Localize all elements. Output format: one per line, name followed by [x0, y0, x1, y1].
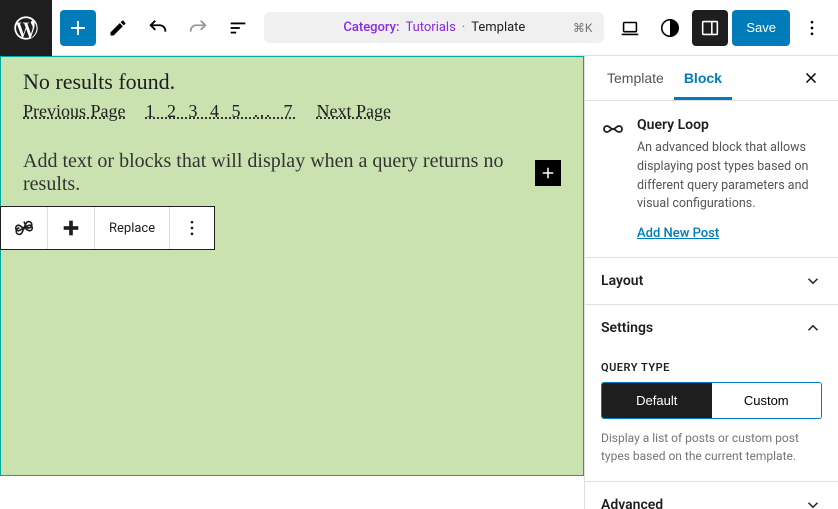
close-sidebar-button[interactable]: [796, 63, 826, 93]
no-results-heading: No results found.: [23, 69, 561, 95]
contrast-icon: [659, 17, 681, 39]
plus-icon: [539, 164, 557, 182]
redo-icon: [187, 17, 209, 39]
wordpress-logo[interactable]: [0, 0, 52, 56]
settings-sidebar: Template Block Query Loop An advanced bl…: [584, 56, 838, 509]
edit-tool-button[interactable]: [100, 10, 136, 46]
more-vertical-icon: [182, 218, 202, 238]
panel-advanced-label: Advanced: [601, 497, 663, 509]
category-value: Tutorials: [405, 20, 455, 35]
category-label: Category:: [343, 20, 399, 35]
query-type-toggle: Default Custom: [601, 382, 822, 419]
query-loop-icon: [601, 117, 625, 241]
editor-canvas[interactable]: No results found. Previous Page 1 2 3 4 …: [0, 56, 584, 509]
panel-settings-label: Settings: [601, 320, 653, 336]
infinity-icon: [13, 217, 35, 239]
tab-block[interactable]: Block: [674, 56, 732, 100]
chevron-down-icon: [804, 496, 822, 509]
append-block-button[interactable]: [535, 160, 561, 186]
query-type-custom[interactable]: Custom: [712, 383, 822, 418]
previous-page-link[interactable]: Previous Page: [23, 101, 126, 122]
panel-settings[interactable]: Settings: [585, 304, 838, 351]
list-icon: [227, 17, 249, 39]
panel-layout[interactable]: Layout: [585, 257, 838, 304]
block-type-button[interactable]: [1, 207, 48, 249]
more-vertical-icon: [802, 18, 822, 38]
preview-button[interactable]: [612, 10, 648, 46]
move-handle[interactable]: [48, 207, 95, 249]
document-selector[interactable]: Category: Tutorials · Template ⌘K: [264, 12, 604, 43]
save-button[interactable]: Save: [732, 10, 790, 46]
options-button[interactable]: [794, 10, 830, 46]
query-loop-block[interactable]: No results found. Previous Page 1 2 3 4 …: [0, 56, 584, 476]
replace-button[interactable]: Replace: [95, 207, 170, 249]
tab-template[interactable]: Template: [597, 56, 674, 100]
close-icon: [802, 69, 820, 87]
settings-panel-body: QUERY TYPE Default Custom Display a list…: [585, 351, 838, 481]
styles-button[interactable]: [652, 10, 688, 46]
query-type-default[interactable]: Default: [602, 383, 712, 418]
query-type-description: Display a list of posts or custom post t…: [601, 429, 822, 465]
block-info-card: Query Loop An advanced block that allows…: [585, 101, 838, 257]
panel-layout-label: Layout: [601, 273, 643, 289]
top-toolbar: Category: Tutorials · Template ⌘K Save: [0, 0, 838, 56]
settings-panel-toggle[interactable]: [692, 10, 728, 46]
move-icon: [60, 217, 82, 239]
next-page-link[interactable]: Next Page: [317, 101, 391, 122]
list-view-button[interactable]: [220, 10, 256, 46]
add-new-post-link[interactable]: Add New Post: [637, 226, 719, 241]
infinity-icon: [601, 117, 625, 141]
redo-button[interactable]: [180, 10, 216, 46]
chevron-down-icon: [804, 272, 822, 290]
add-block-button[interactable]: [60, 10, 96, 46]
chevron-up-icon: [804, 319, 822, 337]
separator: ·: [462, 20, 465, 35]
block-options-button[interactable]: [170, 207, 214, 249]
block-title: Query Loop: [637, 117, 822, 133]
undo-button[interactable]: [140, 10, 176, 46]
block-toolbar: Replace: [0, 206, 215, 250]
shortcut-hint: ⌘K: [573, 21, 593, 35]
template-label: Template: [471, 20, 525, 35]
pencil-icon: [108, 18, 128, 38]
undo-icon: [147, 17, 169, 39]
query-type-label: QUERY TYPE: [601, 361, 822, 374]
no-results-placeholder[interactable]: Add text or blocks that will display whe…: [23, 150, 535, 196]
laptop-icon: [619, 17, 641, 39]
sidebar-icon: [699, 17, 721, 39]
page-numbers[interactable]: 1 2 3 4 5 … 7: [146, 101, 297, 122]
panel-advanced[interactable]: Advanced: [585, 481, 838, 509]
block-description: An advanced block that allows displaying…: [637, 139, 822, 214]
plus-icon: [66, 16, 90, 40]
pagination: Previous Page 1 2 3 4 5 … 7 Next Page: [23, 101, 561, 122]
